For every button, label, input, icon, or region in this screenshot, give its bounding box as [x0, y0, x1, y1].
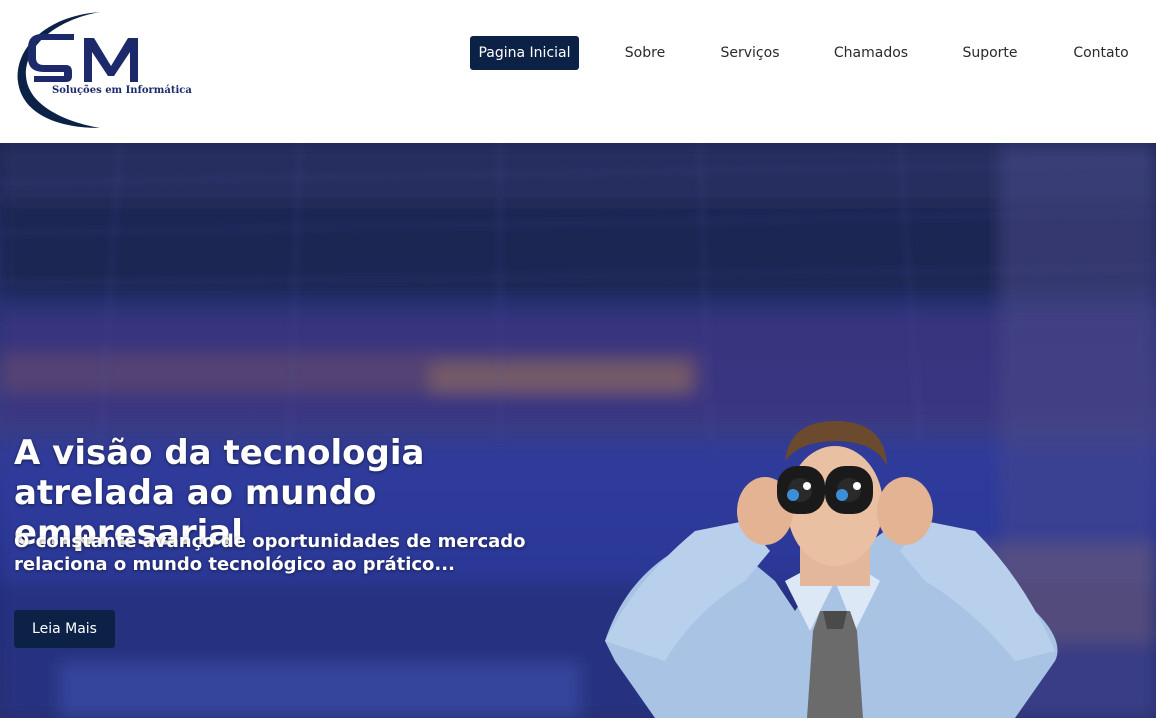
businessman-binoculars-image: [595, 281, 1075, 718]
site-logo[interactable]: Soluções em Informática: [14, 10, 192, 132]
logo-mark: [17, 12, 138, 128]
hero-banner: A visão da tecnologia atrelada ao mundo …: [0, 143, 1156, 718]
hero-subtitle: O constante avanço de oportunidades de m…: [14, 531, 526, 575]
nav-item-pagina-inicial[interactable]: Pagina Inicial: [470, 36, 579, 70]
logo-tagline: Soluções em Informática: [52, 85, 192, 96]
nav-item-servicos[interactable]: Serviços: [714, 36, 786, 70]
read-more-button[interactable]: Leia Mais: [14, 610, 115, 648]
nav-item-suporte[interactable]: Suporte: [954, 36, 1026, 70]
nav-item-contato[interactable]: Contato: [1066, 36, 1136, 70]
main-nav: Pagina Inicial Sobre Serviços Chamados S…: [0, 36, 1156, 70]
site-header: Soluções em Informática Pagina Inicial S…: [0, 0, 1156, 143]
nav-item-sobre[interactable]: Sobre: [615, 36, 675, 70]
nav-item-chamados[interactable]: Chamados: [828, 36, 914, 70]
